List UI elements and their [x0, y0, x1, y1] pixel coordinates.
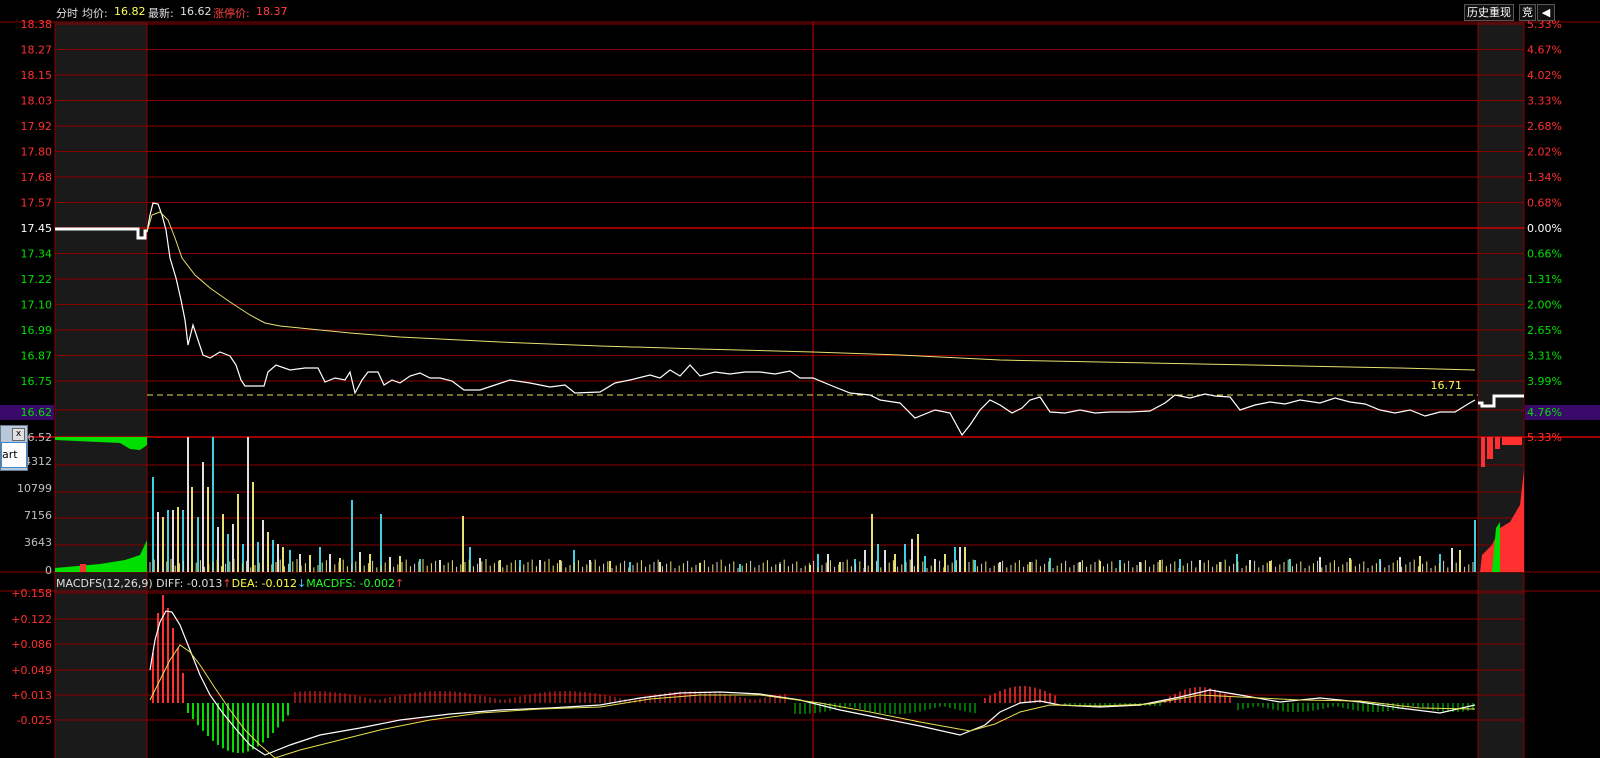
collapse-icon[interactable]: ◀ [1537, 4, 1555, 21]
top-info-bar: 分时 均价: 16.82 最新: 16.62 涨停价: 18.37 历史重现 竞… [0, 0, 1600, 22]
price-tick-label: 17.68 [21, 171, 53, 184]
current-pct-right: 4.76% [1527, 406, 1562, 419]
floating-popup[interactable]: x art [0, 425, 28, 471]
volume-tick-label: 0 [45, 564, 52, 577]
macd-tick-label: +0.158 [11, 587, 52, 600]
macd-tick-label: +0.049 [11, 664, 52, 677]
current-price-left: 16.62 [21, 406, 53, 419]
pct-tick-label: 4.67% [1527, 44, 1562, 57]
price-tick-label: 18.03 [21, 95, 53, 108]
diff-value: -0.013 [186, 577, 223, 590]
price-tick-label: 16.75 [21, 375, 53, 388]
pct-tick-label: 3.33% [1527, 95, 1562, 108]
macd-title: MACDFS(12,26,9) [56, 577, 153, 590]
pct-tick-label: 0.66% [1527, 248, 1562, 261]
limit-label: 涨停价: [213, 7, 250, 20]
pct-tick-label: 3.99% [1527, 375, 1562, 388]
macd-tick-label: -0.025 [17, 714, 52, 727]
auction-zone-left [55, 22, 147, 758]
avg-price-line [146, 211, 1476, 371]
price-tick-label: 17.92 [21, 120, 53, 133]
macd-tick-label: +0.013 [11, 689, 52, 702]
pct-tick-label: 2.65% [1527, 324, 1562, 337]
pct-tick-label: 2.68% [1527, 120, 1562, 133]
up-arrow-icon: ↑ [222, 577, 232, 590]
dashed-line-label: 16.71 [1431, 379, 1463, 392]
limit-pct-label: 5.33% [1527, 431, 1562, 444]
last-label: 最新: [148, 7, 174, 20]
volume-tick-label: 7156 [24, 509, 52, 522]
auction-button[interactable]: 竞 [1519, 4, 1536, 21]
pct-tick-label: 3.31% [1527, 350, 1562, 363]
macd-tick-label: +0.122 [11, 613, 52, 626]
volume-tick-label: 10799 [17, 482, 52, 495]
price-tick-label: 17.57 [21, 197, 53, 210]
intraday-chart[interactable]: 18.3818.2718.1518.0317.9217.8017.6817.57… [0, 0, 1600, 758]
last-value: 16.62 [180, 5, 212, 18]
popup-button[interactable]: art [1, 442, 27, 468]
price-tick-label: 17.34 [21, 248, 53, 261]
macd-legend: MACDFS(12,26,9) DIFF: -0.013↑DEA: -0.012… [56, 577, 404, 592]
limit-value: 18.37 [256, 5, 288, 18]
pct-tick-label: 0.00% [1527, 222, 1562, 235]
close-icon[interactable]: x [12, 428, 25, 441]
pct-tick-label: 0.68% [1527, 197, 1562, 210]
pct-tick-label: 4.02% [1527, 69, 1562, 82]
macdfs-label: MACDFS: [306, 577, 357, 590]
price-tick-label: 16.99 [21, 324, 53, 337]
up-arrow-icon: ↑ [395, 577, 405, 590]
price-line [146, 202, 1476, 437]
price-tick-label: 16.87 [21, 350, 53, 363]
dea-label: DEA: [231, 577, 259, 590]
pct-tick-label: 2.00% [1527, 299, 1562, 312]
pct-tick-label: 1.31% [1527, 273, 1562, 286]
diff-label: DIFF: [156, 577, 184, 590]
post-vol-bar [1502, 437, 1522, 445]
price-tick-label: 17.80 [21, 146, 53, 159]
price-tick-label: 18.15 [21, 69, 53, 82]
price-tick-label: 17.10 [21, 299, 53, 312]
price-tick-label: 17.45 [21, 222, 53, 235]
avg-value: 16.82 [114, 5, 146, 18]
down-arrow-icon: ↓ [297, 577, 307, 590]
history-replay-button[interactable]: 历史重现 [1464, 4, 1514, 21]
post-vol-bar [1487, 437, 1493, 459]
price-tick-label: 18.27 [21, 44, 53, 57]
macd-tick-label: +0.086 [11, 638, 52, 651]
auction-zone-right [1478, 22, 1524, 758]
post-vol-bar [1495, 437, 1500, 449]
post-vol-bar [1481, 437, 1485, 467]
price-tick-label: 17.22 [21, 273, 53, 286]
pct-tick-label: 2.02% [1527, 146, 1562, 159]
dea-value: -0.012 [261, 577, 298, 590]
volume-tick-label: 3643 [24, 536, 52, 549]
macdfs-value: -0.002 [359, 577, 396, 590]
mode-label: 分时 [56, 7, 78, 20]
pre-auction-vol-red [80, 564, 86, 572]
avg-label: 均价: [82, 7, 108, 20]
pct-tick-label: 1.34% [1527, 171, 1562, 184]
